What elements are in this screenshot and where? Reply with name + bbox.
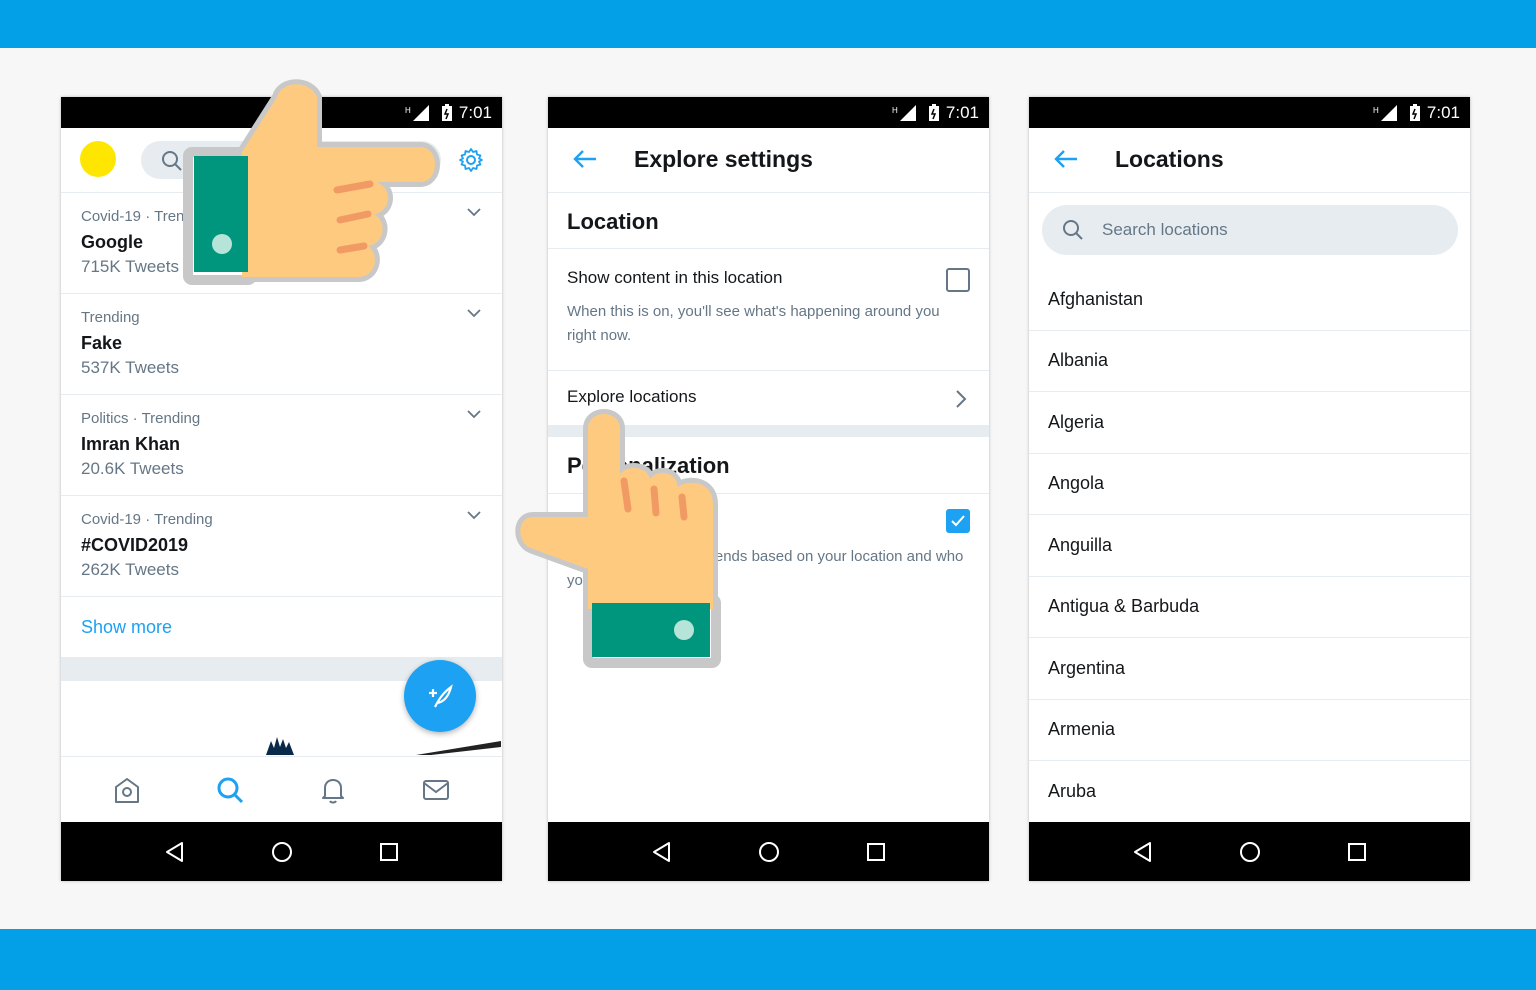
signal-icon: H xyxy=(892,104,916,121)
android-nav-bar xyxy=(1029,822,1470,881)
status-time: 7:01 xyxy=(458,102,492,122)
android-nav-bar xyxy=(61,822,502,881)
section-title: Location xyxy=(567,209,659,234)
trend-name: Fake xyxy=(81,333,123,353)
settings-header: Explore settings xyxy=(548,128,989,193)
nav-back-icon[interactable] xyxy=(1131,840,1155,864)
chevron-down-icon[interactable] xyxy=(466,308,482,318)
chevron-right-icon xyxy=(956,390,967,408)
location-item[interactable]: Antigua & Barbuda xyxy=(1029,577,1470,638)
setting-label: Show content in this location xyxy=(567,268,783,287)
page-title: Explore settings xyxy=(634,146,813,172)
location-item[interactable]: Armenia xyxy=(1029,700,1470,761)
nav-home-icon[interactable] xyxy=(757,840,781,864)
image-fragment xyxy=(266,737,294,755)
nav-recents-icon[interactable] xyxy=(864,840,888,864)
pointing-hand-right-icon xyxy=(183,79,440,285)
trend-name: #COVID2019 xyxy=(81,535,189,555)
location-section-header: Location xyxy=(548,193,989,249)
status-time: 7:01 xyxy=(1426,102,1460,122)
compose-tweet-button[interactable] xyxy=(404,660,476,732)
trend-item[interactable]: Trending Fake 537K Tweets xyxy=(61,294,502,395)
search-icon xyxy=(1063,220,1083,240)
location-search-input[interactable] xyxy=(1102,205,1442,255)
trend-name: Imran Khan xyxy=(81,434,181,454)
show-more-link[interactable]: Show more xyxy=(61,597,502,657)
search-icon[interactable] xyxy=(215,775,245,805)
gear-icon[interactable] xyxy=(458,147,484,173)
trend-count: 537K Tweets xyxy=(81,358,179,377)
avatar[interactable] xyxy=(80,141,116,177)
setting-hint: When this is on, you'll see what's happe… xyxy=(567,303,940,344)
setting-label: Explore locations xyxy=(567,387,697,406)
location-item[interactable]: Angola xyxy=(1029,454,1470,515)
status-bar: H 7:01 xyxy=(1029,97,1470,128)
bell-icon[interactable] xyxy=(318,775,348,805)
location-item[interactable]: Aruba xyxy=(1029,761,1470,823)
nav-home-icon[interactable] xyxy=(270,840,294,864)
battery-icon xyxy=(928,103,939,121)
back-arrow-icon[interactable] xyxy=(572,148,598,170)
trend-category: Politics · Trending xyxy=(81,410,201,427)
checkmark-icon xyxy=(951,515,965,527)
home-icon[interactable] xyxy=(112,775,142,805)
chevron-down-icon[interactable] xyxy=(466,409,482,419)
page-title: Locations xyxy=(1115,146,1224,172)
chevron-down-icon[interactable] xyxy=(466,207,482,217)
locations-header: Locations xyxy=(1029,128,1470,193)
svg-text:H: H xyxy=(892,106,898,115)
location-item[interactable]: Argentina xyxy=(1029,638,1470,700)
nav-back-icon[interactable] xyxy=(650,840,674,864)
signal-icon: H xyxy=(1373,104,1397,121)
nav-recents-icon[interactable] xyxy=(1345,840,1369,864)
svg-text:H: H xyxy=(1373,106,1379,115)
location-item[interactable]: Albania xyxy=(1029,331,1470,392)
back-arrow-icon[interactable] xyxy=(1053,148,1079,170)
trends-for-you-checkbox[interactable] xyxy=(946,509,970,533)
show-content-checkbox[interactable] xyxy=(946,268,970,292)
show-content-setting[interactable]: Show content in this location When this … xyxy=(548,249,989,371)
phone-locations: H 7:01 Locations Afghanistan Albania Alg… xyxy=(1029,97,1470,881)
location-item[interactable]: Anguilla xyxy=(1029,515,1470,577)
trend-count: 20.6K Tweets xyxy=(81,459,184,478)
compose-feather-icon xyxy=(429,684,453,708)
nav-home-icon[interactable] xyxy=(1238,840,1262,864)
trend-item[interactable]: Covid-19 · Trending #COVID2019 262K Twee… xyxy=(61,496,502,597)
battery-icon xyxy=(1409,103,1420,121)
location-item[interactable]: Afghanistan xyxy=(1029,269,1470,331)
mail-icon[interactable] xyxy=(421,775,451,805)
pointing-hand-up-icon xyxy=(515,409,721,668)
trend-count: 262K Tweets xyxy=(81,560,179,579)
trend-category: Covid-19 · Trending xyxy=(81,511,213,528)
status-bar: H 7:01 xyxy=(548,97,989,128)
top-banner xyxy=(0,0,1536,48)
bottom-banner xyxy=(0,929,1536,990)
image-fragment xyxy=(416,741,501,755)
search-icon xyxy=(162,151,182,171)
bottom-tab-bar xyxy=(61,756,502,822)
android-nav-bar xyxy=(548,822,989,881)
nav-back-icon[interactable] xyxy=(163,840,187,864)
chevron-down-icon[interactable] xyxy=(466,510,482,520)
nav-recents-icon[interactable] xyxy=(377,840,401,864)
location-item[interactable]: Algeria xyxy=(1029,392,1470,454)
trend-category: Trending xyxy=(81,309,140,326)
location-list: Afghanistan Albania Algeria Angola Angui… xyxy=(1029,269,1470,823)
trend-item[interactable]: Politics · Trending Imran Khan 20.6K Twe… xyxy=(61,395,502,496)
location-search-bar[interactable] xyxy=(1042,205,1458,255)
status-time: 7:01 xyxy=(945,102,979,122)
